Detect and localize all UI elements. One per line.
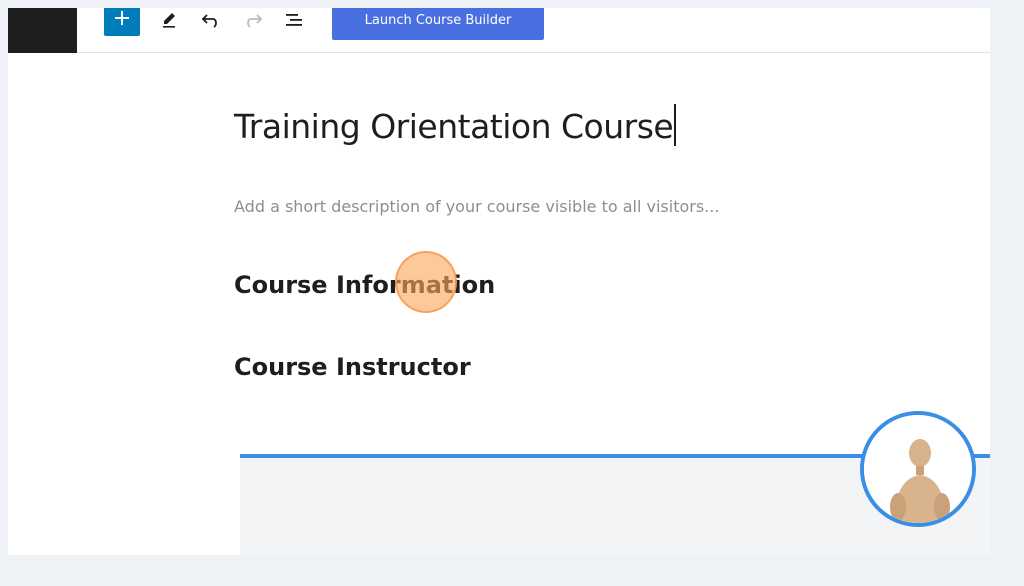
editor-toolbar: Launch Course Builder	[8, 8, 990, 53]
tools-button[interactable]	[157, 8, 183, 32]
course-description-field[interactable]: Add a short description of your course v…	[234, 197, 719, 216]
click-indicator	[395, 251, 457, 313]
list-view-icon	[286, 14, 302, 26]
course-title-text: Training Orientation Course	[234, 107, 674, 146]
plus-icon	[115, 11, 129, 25]
course-instructor-heading[interactable]: Course Instructor	[234, 353, 471, 381]
pencil-icon	[163, 13, 175, 28]
redo-icon	[247, 14, 263, 28]
editor-window: Launch Course Builder Training Orientati…	[8, 8, 990, 555]
undo-icon	[201, 14, 217, 28]
undo-button[interactable]	[198, 8, 224, 32]
text-caret	[674, 104, 676, 146]
site-logo[interactable]	[8, 8, 77, 53]
wooden-mannequin-avatar-icon	[864, 415, 972, 523]
add-block-button[interactable]	[104, 8, 140, 36]
presenter-avatar	[860, 411, 976, 527]
course-title-input[interactable]: Training Orientation Course	[234, 104, 676, 146]
redo-button[interactable]	[240, 8, 266, 32]
list-view-button[interactable]	[281, 8, 307, 32]
launch-course-builder-button[interactable]: Launch Course Builder	[332, 8, 544, 40]
